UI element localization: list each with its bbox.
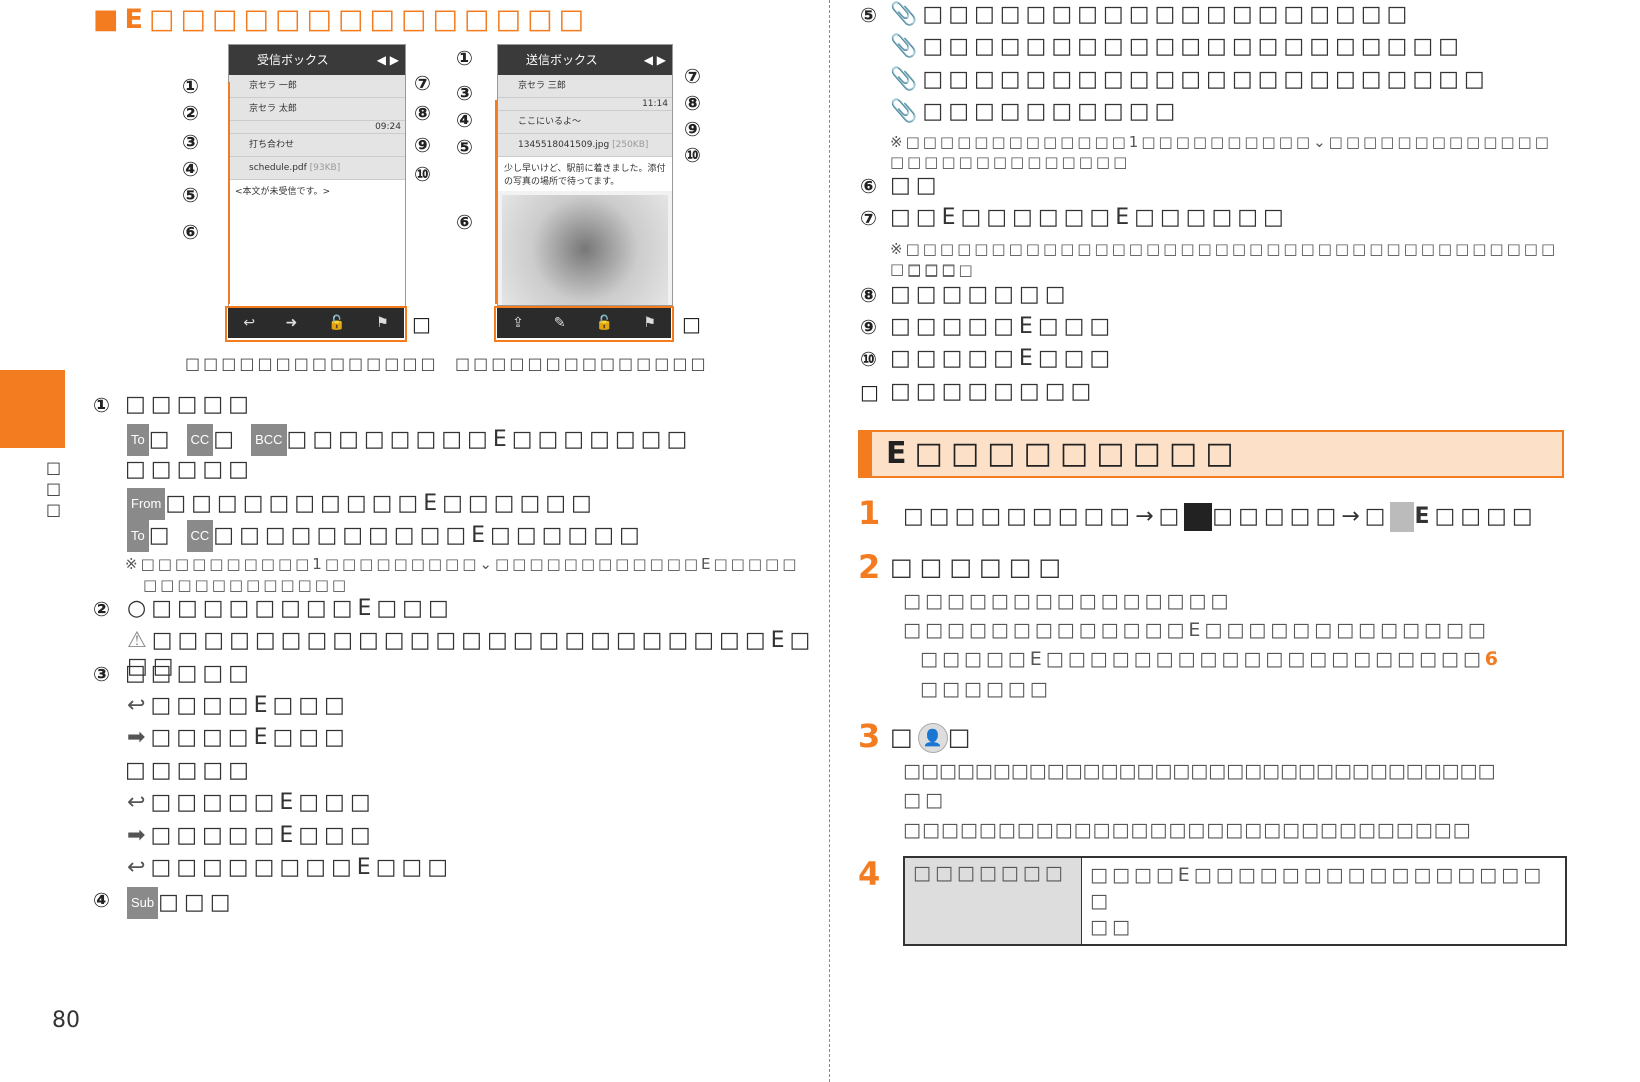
item1-heading: □□□□□ [125,392,254,417]
section-header: E□□□□□□□□□ [858,430,1564,478]
callout-9: ⑨ [414,133,431,157]
phone-screenshot-inbox: 受信ボックス ◀ ▶ 京セラ 一郎 京セラ 太郎 09:24 打ち合わせ sche… [228,44,406,328]
page-title: ■E□□□□□□□□□□□□□□ [93,4,591,35]
circle-icon: ○ [127,596,152,621]
chevron-down-icon: ⌄ [1313,133,1329,151]
callout-11: □ [682,312,701,336]
callout-10: ⑩ [684,143,701,167]
table-cell-desc: □□□□E□□□□□□□□□□□□□□□□□ □□ [1090,864,1546,938]
subject-row: 打ち合わせ [229,134,405,157]
callout-1: ① [182,74,199,98]
callout-5: ⑤ [182,183,199,207]
reply-icon: ↩ [127,693,151,718]
forward-icon: ➡ [127,823,151,848]
callout-6: ⑥ [182,220,199,244]
time: 11:14 [498,98,672,111]
to-row: 京セラ 太郎 [229,98,405,121]
callout-11: □ [412,312,431,336]
column-divider [829,0,830,1082]
contact-button-icon[interactable]: 👤 [917,723,948,753]
caption-inbox: □□□□□□□□□□□□□□ [185,354,439,373]
attachment-row: 1345518041509.jpg [250KB] [498,134,672,157]
subject-row: ここにいるよ～ [498,111,672,134]
callout-6: ⑥ [456,210,473,234]
callout-7: ⑦ [684,64,701,88]
apps-icon [1184,503,1213,531]
step-3-number: 3 [858,717,881,755]
callout-4: ④ [182,157,199,181]
callout-4: ④ [456,108,473,132]
time: 09:24 [229,121,405,134]
warning-icon: ⚠ [127,628,152,653]
page-number: 80 [52,1008,80,1033]
callout-8: ⑧ [684,91,701,115]
callout-9: ⑨ [684,117,701,141]
reply-icon: ↩ [127,790,151,815]
callout-5: ⑤ [456,135,473,159]
forward-icon: ➡ [127,725,151,750]
sent-header: 送信ボックス ◀ ▶ [498,45,672,75]
paperclip-icon: 📎 [890,99,923,124]
callout-2: ② [182,101,199,125]
reply-all-icon: ↩ [127,855,151,880]
from-row: 京セラ 一郎 [229,75,405,98]
paperclip-icon: 📎 [890,2,923,27]
to-row: 京セラ 三郎 [498,75,672,98]
side-tab [0,370,65,448]
body: 少し早いけど、駅前に着きました。添付の写真の場所で待ってます。 [498,157,672,191]
callout-3: ③ [456,81,473,105]
callout-3: ③ [182,130,199,154]
paperclip-icon: 📎 [890,34,923,59]
callout-8: ⑧ [414,101,431,125]
step-4-table: □□□□□□□ □□□□E□□□□□□□□□□□□□□□□□ □□ [903,856,1567,946]
chevron-down-icon: ⌄ [479,555,495,573]
phone-screenshot-sent: 送信ボックス ◀ ▶ 京セラ 三郎 11:14 ここにいるよ～ 134551804… [497,44,673,306]
email-app-icon [1390,502,1415,532]
caption-sent: □□□□□□□□□□□□□□ [455,354,709,373]
attachment-row: schedule.pdf [93KB] [229,157,405,180]
paperclip-icon: 📎 [890,67,923,92]
item1-line-a: To □ CC □ BCC □□□□□□□□E□□□□□□□ [127,424,692,456]
step-2-number: 2 [858,548,881,586]
blurred-photo [502,195,668,305]
step-4-number: 4 [858,855,881,893]
callout-7: ⑦ [414,71,431,95]
callout-1: ① [456,46,473,70]
step-1-text: □□□□□□□□□→□ □□□□□→□ E□□□□ [903,502,1538,532]
table-cell-label: □□□□□□□ [905,858,1082,944]
inbox-header: 受信ボックス ◀ ▶ [229,45,405,75]
step-1-number: 1 [858,494,881,532]
side-tab-label: □□□ [44,458,63,521]
callout-10: ⑩ [414,162,431,186]
